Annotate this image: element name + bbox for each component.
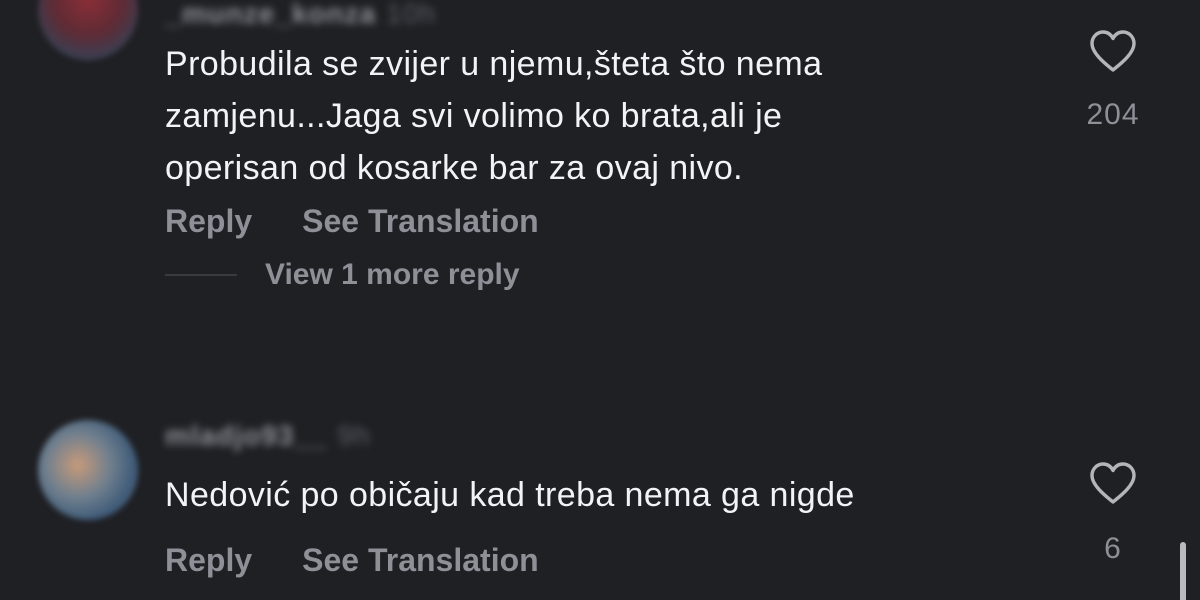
comments-screen: _munze_konza 10h Probudila se zvijer u nj… xyxy=(0,0,1200,600)
username-text[interactable]: _munze_konza xyxy=(165,0,376,29)
heart-outline-icon[interactable] xyxy=(1087,28,1139,74)
comment-actions: Reply See Translation xyxy=(165,203,539,240)
view-more-replies-button[interactable]: View 1 more reply xyxy=(165,255,520,295)
comment-item: _munze_konza 10h Probudila se zvijer u nj… xyxy=(0,0,1200,291)
comment-username[interactable]: mladjo93__ 9h xyxy=(165,420,371,452)
comment-text-line: zamjenu...Jaga svi volimo ko brata,ali j… xyxy=(165,97,783,135)
like-count: 6 xyxy=(1104,532,1122,565)
like-count: 204 xyxy=(1086,98,1140,131)
comment-timestamp: 10h xyxy=(386,0,436,29)
comment-username[interactable]: _munze_konza 10h xyxy=(165,0,436,30)
see-translation-button[interactable]: See Translation xyxy=(302,542,539,578)
replies-divider xyxy=(165,274,237,276)
see-translation-button[interactable]: See Translation xyxy=(302,203,539,239)
comment-text: Probudila se zvijer u njemu,šteta što ne… xyxy=(165,38,1065,194)
like-control: 6 xyxy=(1083,460,1143,566)
username-text[interactable]: mladjo93__ xyxy=(165,420,328,451)
comment-actions: Reply See Translation xyxy=(165,542,539,579)
scrollbar[interactable] xyxy=(1180,542,1186,600)
avatar[interactable] xyxy=(38,420,138,520)
view-more-replies-label[interactable]: View 1 more reply xyxy=(265,258,520,292)
reply-button[interactable]: Reply xyxy=(165,542,252,578)
comment-text: Nedović po običaju kad treba nema ga nig… xyxy=(165,469,1065,521)
heart-outline-icon[interactable] xyxy=(1087,460,1139,506)
reply-button[interactable]: Reply xyxy=(165,203,252,239)
comment-text-line: Nedović po običaju kad treba nema ga nig… xyxy=(165,476,855,514)
avatar[interactable] xyxy=(38,0,138,60)
comment-text-line: operisan od kosarke bar za ovaj nivo. xyxy=(165,149,744,187)
comment-item: mladjo93__ 9h Nedović po običaju kad treb… xyxy=(0,400,1200,600)
like-control: 204 xyxy=(1083,28,1143,132)
comment-text-line: Probudila se zvijer u njemu,šteta što ne… xyxy=(165,45,823,83)
comment-timestamp: 9h xyxy=(337,420,371,451)
